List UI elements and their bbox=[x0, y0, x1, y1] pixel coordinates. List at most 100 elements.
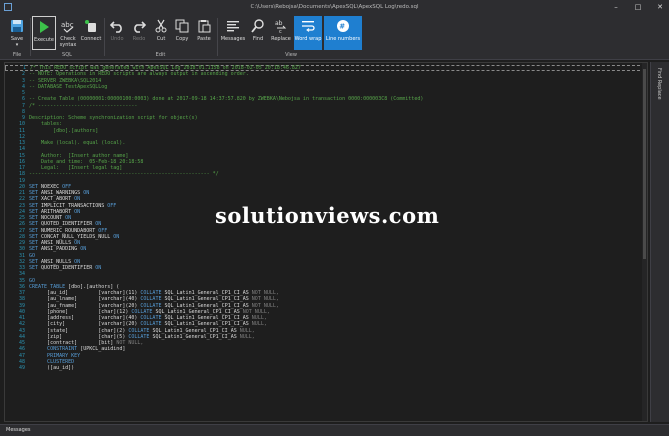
line-text: SET ANSI_NULLS ON bbox=[29, 240, 645, 246]
line-text: /* This REDO script was generated with A… bbox=[30, 65, 644, 71]
code-token: ON bbox=[74, 196, 81, 203]
code-token: SQL_Latin1_General_CP1_CI_AS bbox=[164, 315, 252, 322]
line-text: Make (local). equal (local). bbox=[29, 140, 645, 146]
vertical-scrollbar[interactable] bbox=[642, 63, 647, 421]
line-number: 42 bbox=[18, 321, 25, 328]
save-button[interactable]: Save ▾ bbox=[6, 16, 28, 50]
word-wrap-button[interactable]: Word wrap bbox=[294, 16, 322, 50]
scrollbar-thumb[interactable] bbox=[643, 69, 646, 259]
chevron-down-icon[interactable]: ▾ bbox=[16, 42, 19, 48]
messages-tab[interactable]: Messages bbox=[6, 427, 31, 433]
line-numbers-label: Line numbers bbox=[325, 36, 361, 42]
code-token: SQL_Latin1_General_CP1_CI_AS bbox=[164, 302, 252, 309]
code-token: [contract] [bit] bbox=[29, 340, 117, 347]
code-token: NOT NULL, bbox=[251, 302, 279, 309]
line-number: 16 bbox=[18, 158, 25, 165]
code-token: [au_fname] [varchar](20) bbox=[29, 302, 141, 309]
redo-button[interactable]: Redo bbox=[129, 16, 149, 50]
find-label: Find bbox=[252, 36, 264, 42]
code-token: Author: [Insert author name] bbox=[29, 152, 129, 159]
connect-button[interactable]: Connect bbox=[80, 16, 102, 50]
code-token: Legal: [Insert legal tag] bbox=[29, 165, 123, 172]
line-number: 13 bbox=[18, 140, 25, 147]
code-token: IMPLICIT_TRANSACTIONS bbox=[41, 202, 108, 209]
code-token: ON bbox=[80, 246, 87, 253]
code-token: SET bbox=[29, 202, 42, 209]
code-token: Date and time: 05-Feb-18 20:18:58 bbox=[29, 158, 144, 165]
code-line[interactable]: 49 ([au_id]) bbox=[5, 365, 645, 371]
find-replace-tab[interactable]: Find Replace bbox=[656, 68, 662, 100]
window-controls: – □ ✕ bbox=[611, 2, 665, 12]
line-number: 19 bbox=[18, 177, 25, 184]
code-token: COLLATE bbox=[128, 333, 153, 340]
code-token: NULL, bbox=[251, 315, 267, 322]
undo-icon bbox=[107, 16, 127, 36]
undo-button[interactable]: Undo bbox=[107, 16, 127, 50]
code-token: ANSI_NULLS bbox=[41, 258, 75, 265]
code-token: SET bbox=[29, 233, 42, 240]
find-button[interactable]: Find bbox=[248, 16, 268, 50]
window-title: C:\Users\Rebojsa\Documents\ApexSQL\ApexS… bbox=[250, 4, 419, 10]
code-token: COLLATE bbox=[140, 315, 165, 322]
code-token: [phone] [char](12) bbox=[29, 308, 132, 315]
code-token: -- Create Table (00000001:00000100:0003)… bbox=[29, 96, 424, 103]
line-numbers-button[interactable]: # Line numbers bbox=[324, 16, 362, 50]
line-text: [zip] [char](5) COLLATE SQL_Latin1_Gener… bbox=[29, 334, 645, 340]
code-token: -- NOTE: Operations in REDO scripts are … bbox=[29, 71, 249, 78]
code-token: SET bbox=[29, 265, 42, 272]
line-number: 9 bbox=[21, 115, 25, 122]
group-label-file: File bbox=[12, 52, 22, 58]
line-text: [au_lname] [varchar](40) COLLATE SQL_Lat… bbox=[29, 296, 645, 302]
code-token: PRIMARY KEY bbox=[29, 352, 81, 359]
line-number: 24 bbox=[18, 208, 25, 215]
code-token: NOEXEC bbox=[41, 183, 63, 190]
line-number: 43 bbox=[18, 327, 25, 334]
code-token: [zip] [char](5) bbox=[29, 333, 129, 340]
code-token: NOT NULL, bbox=[242, 308, 270, 315]
maximize-button[interactable]: □ bbox=[633, 2, 643, 12]
code-token: COLLATE bbox=[140, 302, 165, 309]
code-token: NUMERIC_ROUNDABORT bbox=[41, 227, 99, 234]
copy-button[interactable]: Copy bbox=[172, 16, 192, 50]
line-number: 12 bbox=[18, 133, 25, 140]
line-number: 1 bbox=[22, 65, 26, 72]
code-token: NOCOUNT bbox=[41, 215, 66, 222]
line-text: [address] [varchar](40) COLLATE SQL_Lati… bbox=[29, 315, 645, 321]
line-number: 44 bbox=[18, 333, 25, 340]
code-token: SQL_Latin1_General_CP1_CI_AS bbox=[164, 290, 252, 297]
check-syntax-button[interactable]: abc Check syntax bbox=[57, 16, 79, 50]
line-number: 17 bbox=[18, 165, 25, 172]
code-token: GO bbox=[29, 252, 36, 259]
close-button[interactable]: ✕ bbox=[655, 2, 665, 12]
code-token: /* This REDO script was generated with A… bbox=[30, 65, 301, 72]
find-replace-panel[interactable]: Find Replace bbox=[650, 62, 669, 422]
line-number: 20 bbox=[18, 183, 25, 190]
line-text: SET CONCAT_NULL_YIELDS_NULL ON bbox=[29, 234, 645, 240]
messages-button[interactable]: Messages bbox=[220, 16, 246, 50]
code-token: Make (local). equal (local). bbox=[29, 140, 126, 147]
paste-button[interactable]: Paste bbox=[194, 16, 214, 50]
svg-text:#: # bbox=[339, 23, 345, 31]
minimize-button[interactable]: – bbox=[611, 2, 621, 12]
line-text: PRIMARY KEY bbox=[29, 353, 645, 359]
line-text: -- DATABASE TestApexSQLLog bbox=[29, 84, 645, 90]
execute-button[interactable]: Execute bbox=[32, 16, 56, 50]
code-token: [au_lname] [varchar](40) bbox=[29, 296, 141, 303]
line-number: 48 bbox=[18, 358, 25, 365]
line-numbers-icon: # bbox=[333, 16, 353, 36]
sql-editor[interactable]: 1 /* This REDO script was generated with … bbox=[4, 62, 648, 422]
code-token: /* --------------------------------- bbox=[29, 102, 138, 109]
code-token: NOT NULL, bbox=[251, 296, 279, 303]
line-text: SET ANSI_WARNINGS ON bbox=[29, 190, 645, 196]
replace-button[interactable]: ab c Replace bbox=[270, 16, 292, 50]
paste-icon bbox=[194, 16, 214, 36]
code-token: ON bbox=[113, 233, 120, 240]
line-text: [phone] [char](12) COLLATE SQL_Latin1_Ge… bbox=[29, 309, 645, 315]
cut-button[interactable]: Cut bbox=[151, 16, 171, 50]
code-token: [UPKCL_auidind] bbox=[80, 346, 126, 353]
line-text: GO bbox=[29, 278, 645, 284]
line-text: CLUSTERED bbox=[29, 359, 645, 365]
code-token: NOT NULL, bbox=[116, 340, 144, 347]
code-token: XACT_ABORT bbox=[41, 196, 75, 203]
line-number: 40 bbox=[18, 308, 25, 315]
